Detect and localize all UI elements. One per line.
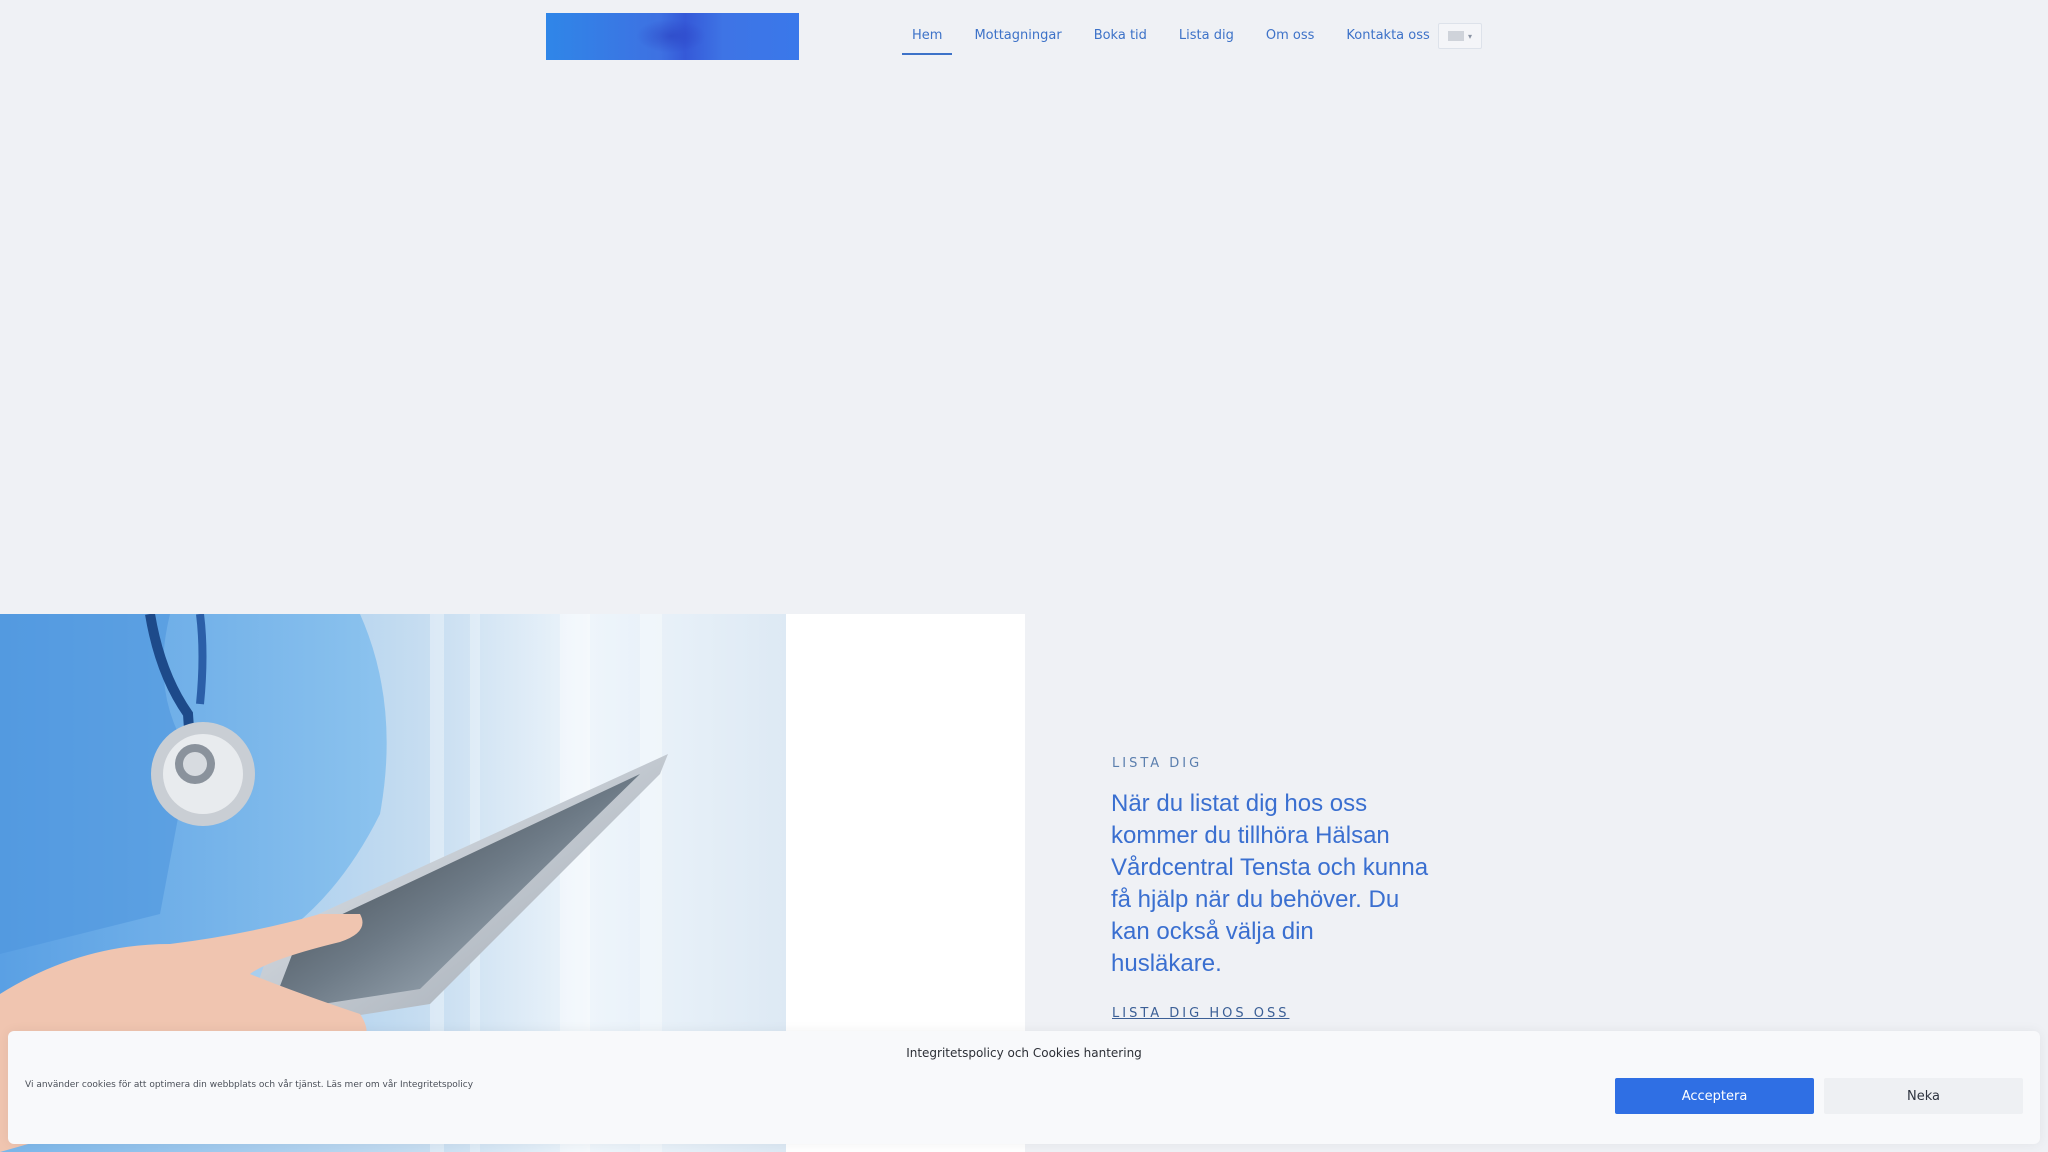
- deny-button[interactable]: Neka: [1824, 1078, 2023, 1114]
- nav-item-kontakta-oss[interactable]: Kontakta oss: [1336, 24, 1439, 55]
- site-header: Hem Mottagningar Boka tid Lista dig Om o…: [0, 0, 2048, 72]
- chevron-down-icon: ▾: [1467, 31, 1472, 41]
- register-link[interactable]: LISTA DIG HOS OSS: [1112, 1006, 1289, 1021]
- section-text: När du listat dig hos oss kommer du till…: [1111, 790, 1429, 977]
- nav-item-hem[interactable]: Hem: [902, 24, 953, 55]
- language-selector[interactable]: ▾: [1438, 23, 1482, 49]
- accept-button[interactable]: Acceptera: [1615, 1078, 1814, 1114]
- nav-item-lista-dig[interactable]: Lista dig: [1169, 24, 1244, 55]
- cookie-banner: Integritetspolicy och Cookies hantering …: [8, 1031, 2040, 1144]
- nav-item-boka-tid[interactable]: Boka tid: [1084, 24, 1157, 55]
- cookie-title: Integritetspolicy och Cookies hantering: [906, 1046, 1142, 1060]
- nav-item-om-oss[interactable]: Om oss: [1256, 24, 1325, 55]
- section-label: LISTA DIG: [1112, 756, 1203, 771]
- flag-icon: [1447, 31, 1464, 41]
- nav-item-mottagningar[interactable]: Mottagningar: [964, 24, 1071, 55]
- site-logo[interactable]: [546, 13, 799, 60]
- main-nav: Hem Mottagningar Boka tid Lista dig Om o…: [902, 24, 1452, 55]
- cookie-text: Vi använder cookies för att optimera din…: [25, 1080, 474, 1090]
